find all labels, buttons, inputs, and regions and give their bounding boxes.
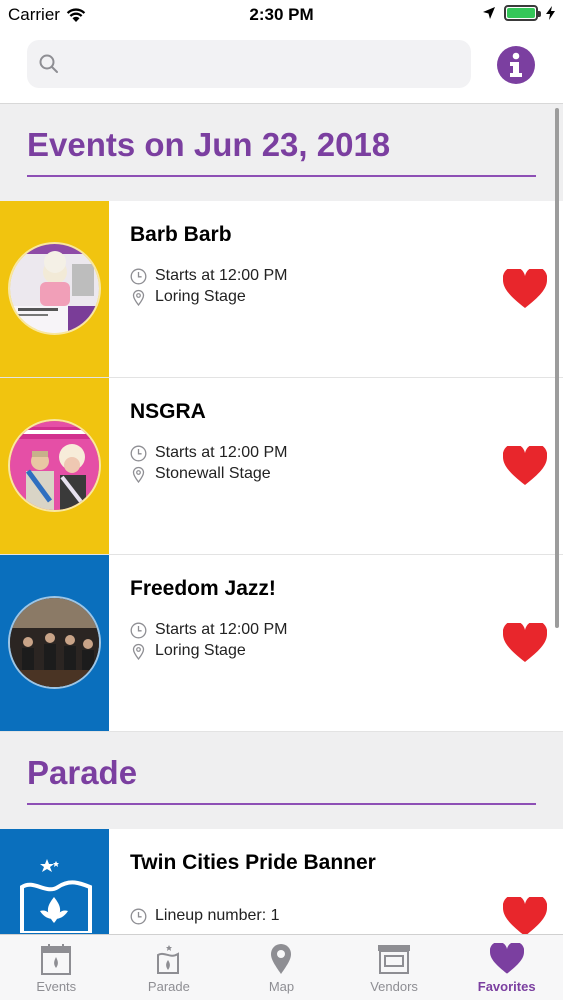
clock-icon [130,622,147,638]
event-time: Starts at 12:00 PM [130,621,288,639]
tab-vendors-label: Vendors [370,979,418,994]
battery-icon [504,5,541,21]
event-time-label: Starts at 12:00 PM [155,444,288,461]
event-row[interactable]: Freedom Jazz! Starts at 12:00 PM Loring … [0,555,563,732]
event-location: Loring Stage [130,288,246,306]
section-header: Parade [0,732,563,829]
clock-icon [130,268,147,284]
event-thumbnail [8,242,101,335]
tab-favorites[interactable]: Favorites [450,935,563,1000]
parade-row[interactable]: Twin Cities Pride Banner Lineup number: … [0,829,563,934]
event-row[interactable]: Barb Barb Starts at 12:00 PM Loring Stag… [0,201,563,378]
tab-favorites-label: Favorites [477,979,536,994]
favorite-heart-icon[interactable] [503,269,547,309]
event-location-label: Stonewall Stage [155,465,271,482]
section-divider [27,803,536,805]
event-location: Stonewall Stage [130,465,271,483]
tab-map[interactable]: Map [225,935,338,1000]
section-divider [27,175,536,177]
search-input[interactable] [27,40,471,88]
favorite-heart-icon[interactable] [503,446,547,486]
location-pin-icon [132,289,145,306]
map-pin-icon [271,944,292,974]
clock-icon [130,908,147,924]
favorite-heart-icon[interactable] [503,897,547,934]
event-thumbnail [8,596,101,689]
event-title: Freedom Jazz! [130,577,276,600]
tab-events[interactable]: Events [0,935,113,1000]
event-time-label: Starts at 12:00 PM [155,621,288,638]
scrollbar[interactable] [555,108,559,628]
parade-title: Twin Cities Pride Banner [130,851,376,874]
event-title: NSGRA [130,400,206,423]
lineup-number: Lineup number: 1 [130,907,280,925]
tab-parade[interactable]: Parade [113,935,226,1000]
status-right [482,5,555,21]
tab-vendors[interactable]: Vendors [338,935,451,1000]
event-title: Barb Barb [130,223,232,246]
status-bar: Carrier 2:30 PM [0,0,563,30]
heart-icon [489,943,524,974]
event-time: Starts at 12:00 PM [130,267,288,285]
tab-events-label: Events [36,979,77,994]
info-icon [510,52,522,77]
storefront-icon [378,945,411,974]
section-header: Events on Jun 23, 2018 [0,104,563,201]
event-time-label: Starts at 12:00 PM [155,267,288,284]
location-arrow-icon [483,7,495,19]
section-title: Events on Jun 23, 2018 [27,126,391,163]
event-location: Loring Stage [130,642,246,660]
event-location-label: Loring Stage [155,288,246,305]
flag-icon [156,945,179,974]
search-icon [39,54,58,73]
tab-bar: Events Parade Map Vendors Favorites [0,934,563,1000]
event-time: Starts at 12:00 PM [130,444,288,462]
charging-bolt-icon [546,6,555,20]
clock-icon [130,445,147,461]
tab-parade-label: Parade [147,979,190,994]
calendar-icon [41,944,72,975]
lineup-number-label: Lineup number: 1 [155,907,280,924]
section-title: Parade [27,754,138,791]
event-row[interactable]: NSGRA Starts at 12:00 PM Stonewall Stage [0,378,563,555]
location-pin-icon [132,643,145,660]
status-time: 2:30 PM [249,5,314,24]
tab-map-label: Map [268,979,295,994]
event-thumbnail [8,419,101,512]
parade-logo-thumbnail [14,853,94,933]
location-pin-icon [132,466,145,483]
info-button[interactable] [497,46,535,84]
search-header [0,30,563,104]
event-location-label: Loring Stage [155,642,246,659]
favorite-heart-icon[interactable] [503,623,547,663]
event-list[interactable]: Events on Jun 23, 2018 Barb Barb Starts … [0,104,563,934]
